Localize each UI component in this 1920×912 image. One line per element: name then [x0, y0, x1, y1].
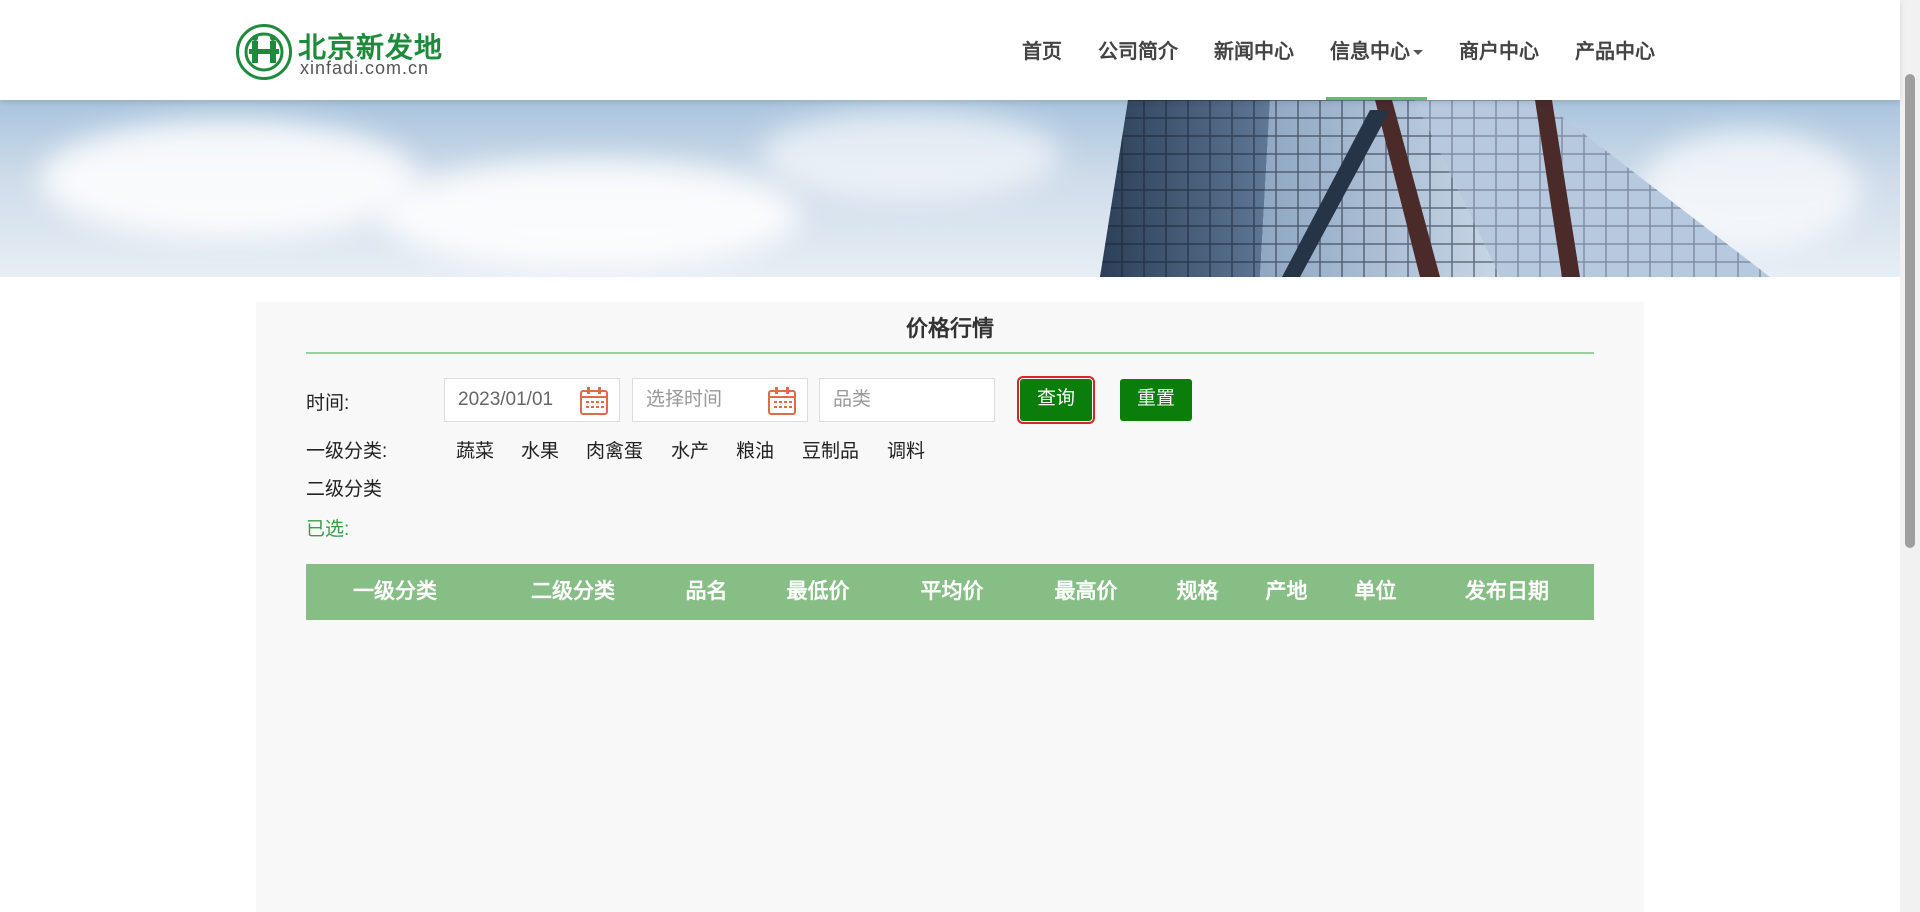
nav-company-intro[interactable]: 公司简介	[1080, 0, 1196, 100]
nav-home-label: 首页	[1022, 41, 1062, 63]
start-date-value: 2023/01/01	[458, 389, 554, 410]
nav-merchant-center[interactable]: 商户中心	[1441, 0, 1557, 100]
scrollbar-thumb[interactable]	[1905, 74, 1915, 548]
banner-building-image	[1100, 100, 1770, 277]
column-header-spec[interactable]: 规格	[1153, 564, 1242, 620]
nav-merchant-center-label: 商户中心	[1459, 41, 1539, 63]
column-header-min-price[interactable]: 最低价	[751, 564, 885, 620]
nav-product-center-label: 产品中心	[1575, 41, 1655, 63]
start-date-input[interactable]: 2023/01/01	[444, 378, 620, 422]
selected-label: 已选:	[306, 519, 350, 540]
nav-product-center[interactable]: 产品中心	[1557, 0, 1673, 100]
column-header-publish-date[interactable]: 发布日期	[1420, 564, 1594, 620]
category-meat-poultry-eggs[interactable]: 肉禽蛋	[586, 436, 643, 463]
category-vegetables[interactable]: 蔬菜	[456, 436, 494, 463]
time-label: 时间:	[306, 393, 350, 414]
column-header-product-name[interactable]: 品名	[662, 564, 751, 620]
nav-news-center-label: 新闻中心	[1214, 41, 1294, 63]
hero-banner	[0, 100, 1900, 277]
price-quote-panel: 价格行情 时间: 2023/01/01 选择时间 品类 查询 重置 一级分类: …	[256, 302, 1644, 912]
end-date-placeholder: 选择时间	[646, 389, 723, 410]
column-header-avg-price[interactable]: 平均价	[885, 564, 1019, 620]
category-aquatic[interactable]: 水产	[671, 436, 709, 463]
column-header-max-price[interactable]: 最高价	[1019, 564, 1153, 620]
primary-category-label: 一级分类:	[306, 441, 388, 462]
category-seasonings[interactable]: 调料	[887, 436, 925, 463]
column-header-secondary-category[interactable]: 二级分类	[484, 564, 662, 620]
logo-emblem-icon	[236, 24, 292, 80]
page-title: 价格行情	[306, 314, 1594, 354]
query-button[interactable]: 查询	[1017, 376, 1095, 424]
end-date-input[interactable]: 选择时间	[632, 378, 808, 422]
main-nav: 首页 公司简介 新闻中心 信息中心 商户中心 产品中心	[1004, 0, 1673, 100]
reset-button[interactable]: 重置	[1120, 379, 1192, 421]
category-input[interactable]: 品类	[819, 378, 995, 422]
site-logo[interactable]: 北京新发地 xinfadi.com.cn	[236, 24, 466, 80]
column-header-primary-category[interactable]: 一级分类	[306, 564, 484, 620]
nav-news-center[interactable]: 新闻中心	[1196, 0, 1312, 100]
site-header: 北京新发地 xinfadi.com.cn 首页 公司简介 新闻中心 信息中心 商…	[0, 0, 1900, 100]
category-grain-oil[interactable]: 粮油	[736, 436, 774, 463]
secondary-category-label: 二级分类	[306, 479, 383, 500]
caret-down-icon	[1413, 50, 1423, 56]
calendar-icon[interactable]	[767, 386, 797, 416]
column-header-origin[interactable]: 产地	[1242, 564, 1331, 620]
price-table-header: 一级分类 二级分类 品名 最低价 平均价 最高价 规格 产地 单位 发布日期	[306, 564, 1594, 620]
logo-domain: xinfadi.com.cn	[300, 58, 430, 78]
nav-info-center[interactable]: 信息中心	[1312, 0, 1441, 100]
category-placeholder: 品类	[833, 389, 872, 410]
category-soy-products[interactable]: 豆制品	[802, 436, 859, 463]
nav-company-intro-label: 公司简介	[1098, 41, 1178, 63]
page-scrollbar[interactable]	[1900, 0, 1920, 912]
nav-home[interactable]: 首页	[1004, 0, 1080, 100]
calendar-icon[interactable]	[579, 386, 609, 416]
category-fruits[interactable]: 水果	[521, 436, 559, 463]
nav-info-center-label: 信息中心	[1330, 41, 1410, 63]
column-header-unit[interactable]: 单位	[1331, 564, 1420, 620]
